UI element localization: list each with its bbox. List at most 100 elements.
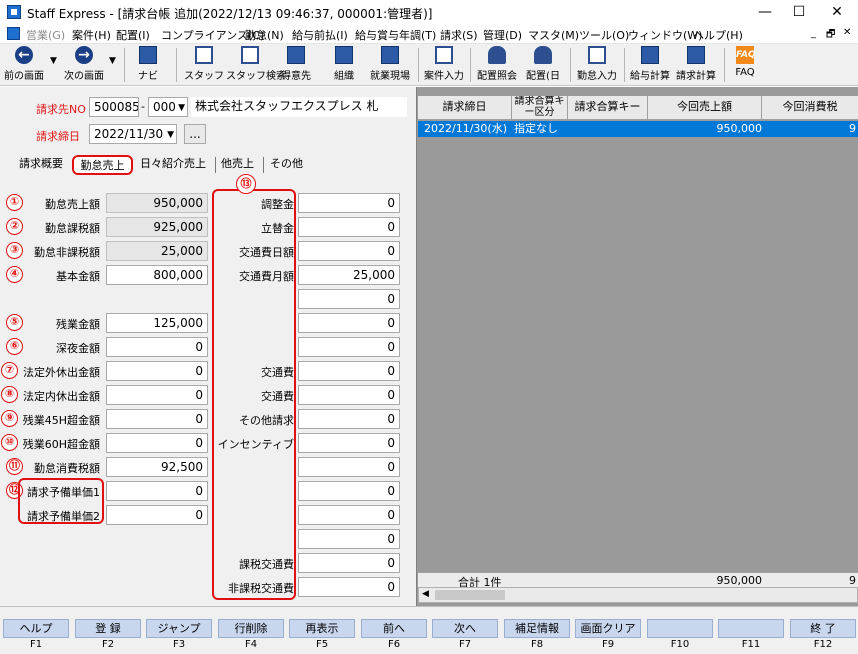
menu-kanri[interactable]: 管理(D) — [483, 27, 522, 43]
mdi-close-button[interactable]: ✕ — [843, 27, 851, 38]
fkey-f6-button[interactable]: 前へ — [361, 619, 427, 638]
mdi-doc-icon — [7, 27, 20, 40]
menu-tool[interactable]: ツール(O) — [579, 27, 629, 43]
fkey-f7-button[interactable]: 次へ — [432, 619, 498, 638]
scroll-left-icon[interactable]: ◀ — [422, 589, 429, 599]
prev-screen-button[interactable]: ← 前の画面 — [2, 46, 46, 84]
adjustment-value-input[interactable]: 0 — [298, 433, 400, 453]
fkey-f11-button[interactable] — [718, 619, 784, 638]
fkey-f12-button[interactable]: 終 了 — [790, 619, 856, 638]
field-value-input[interactable]: 0 — [106, 361, 208, 381]
toolbar-separator — [176, 48, 177, 82]
field-value-input[interactable]: 0 — [106, 385, 208, 405]
tab-overview[interactable]: 請求概要 — [19, 155, 63, 175]
staff-button[interactable]: スタッフ — [182, 46, 226, 84]
client-button[interactable]: 得意先 — [276, 46, 316, 84]
adjustment-value-input[interactable]: 0 — [298, 505, 400, 525]
menu-seikyu[interactable]: 請求(S) — [440, 27, 478, 43]
staff-search-button[interactable]: スタッフ検索 — [226, 46, 286, 84]
menu-eigyo[interactable]: 営業(G) — [26, 27, 65, 43]
field-value-input[interactable]: 0 — [106, 505, 208, 525]
fkey-f10-button[interactable] — [647, 619, 713, 638]
tab-attendance-sales[interactable]: 勤怠売上 — [72, 155, 133, 175]
field-value-input[interactable]: 0 — [106, 337, 208, 357]
adjustment-value-input[interactable]: 0 — [298, 313, 400, 333]
menu-haichi[interactable]: 配置(I) — [116, 27, 150, 43]
fkey-f5-button[interactable]: 再表示 — [289, 619, 355, 638]
field-value-input[interactable]: 0 — [106, 409, 208, 429]
close-date-select[interactable]: 2022/11/30 ▼ — [89, 124, 177, 144]
organization-button[interactable]: 組織 — [326, 46, 362, 84]
horizontal-scrollbar[interactable]: ◀ — [418, 587, 858, 603]
mdi-restore-button[interactable]: 🗗 — [826, 27, 835, 44]
billing-calc-button[interactable]: 請求計算 — [674, 46, 718, 84]
adjustment-value-input[interactable]: 0 — [298, 289, 400, 309]
billing-sub-select[interactable]: 000 ▼ — [148, 97, 188, 117]
next-dropdown-icon[interactable]: ▼ — [109, 56, 116, 66]
field-value-input[interactable]: 125,000 — [106, 313, 208, 333]
fkey-f9-button[interactable]: 画面クリア — [575, 619, 641, 638]
assign-day-button[interactable]: 配置(日 — [522, 46, 564, 84]
adjustment-value-input[interactable]: 0 — [298, 553, 400, 573]
col-header-key-type[interactable]: 請求合算キー区分 — [512, 96, 568, 120]
fkey-f4-button[interactable]: 行削除 — [218, 619, 284, 638]
adjustment-value-input[interactable]: 0 — [298, 529, 400, 549]
toolbar-separator — [624, 48, 625, 82]
menu-salary[interactable]: 給与賞与年調(T) — [355, 27, 436, 43]
menu-window[interactable]: ウィンドウ(W) — [628, 27, 702, 43]
fkey-f2-button[interactable]: 登 録 — [75, 619, 141, 638]
tab-other-sales[interactable]: 他売上 — [221, 155, 254, 175]
adjustment-value-input[interactable]: 0 — [298, 577, 400, 597]
adjustment-value-input[interactable]: 25,000 — [298, 265, 400, 285]
work-site-button[interactable]: 就業現場 — [366, 46, 414, 84]
assign-inquiry-button[interactable]: 配置照会 — [474, 46, 520, 84]
col-header-sales[interactable]: 今回売上額 — [648, 96, 762, 120]
col-header-key[interactable]: 請求合算キー — [568, 96, 648, 120]
adjustment-value-input[interactable]: 0 — [298, 361, 400, 381]
minimize-button[interactable]: — — [746, 0, 784, 24]
fkey-f8-button[interactable]: 補足情報 — [504, 619, 570, 638]
fkey-f3-button[interactable]: ジャンプ — [146, 619, 212, 638]
col-header-tax[interactable]: 今回消費税 — [762, 96, 858, 120]
close-date-browse-button[interactable]: ... — [184, 124, 206, 144]
fkey-f1-button[interactable]: ヘルプ — [3, 619, 69, 638]
col-header-close-date[interactable]: 請求締日 — [418, 96, 512, 120]
adjustment-value-input[interactable]: 0 — [298, 385, 400, 405]
field-value-input[interactable]: 800,000 — [106, 265, 208, 285]
billing-no-input[interactable]: 500085 — [89, 97, 139, 117]
field-value-input[interactable]: 0 — [106, 433, 208, 453]
tab-separator — [215, 157, 216, 173]
navi-button[interactable]: ナビ — [130, 46, 166, 84]
mdi-minimize-button[interactable]: _ — [811, 28, 816, 39]
menu-help[interactable]: ヘルプ(H) — [693, 27, 743, 43]
fkey-label: F9 — [601, 639, 615, 650]
adjustment-value-input[interactable]: 0 — [298, 481, 400, 501]
attendance-input-button[interactable]: 勤怠入力 — [574, 46, 620, 84]
adjustment-value-input[interactable]: 0 — [298, 217, 400, 237]
field-value-input[interactable]: 92,500 — [106, 457, 208, 477]
row-sales: 950,000 — [716, 122, 763, 135]
adjustment-label: インセンティブ — [217, 438, 294, 451]
menu-anken[interactable]: 案件(H) — [72, 27, 111, 43]
menu-kintai[interactable]: 勤怠(N) — [245, 27, 284, 43]
prev-dropdown-icon[interactable]: ▼ — [50, 56, 57, 66]
field-value-input[interactable]: 0 — [106, 481, 208, 501]
maximize-button[interactable]: ☐ — [780, 0, 818, 24]
case-input-button[interactable]: 案件入力 — [422, 46, 466, 84]
faq-button[interactable]: FAQ FAQ — [728, 46, 762, 84]
table-row[interactable]: 2022/11/30(水) 指定なし 950,000 9 — [418, 121, 858, 137]
adjustment-value-input[interactable]: 0 — [298, 409, 400, 429]
next-screen-button[interactable]: → 次の画面 — [60, 46, 108, 84]
adjustment-value-input[interactable]: 0 — [298, 337, 400, 357]
tab-daily-referral-sales[interactable]: 日々紹介売上 — [140, 155, 206, 175]
adjustment-value-input[interactable]: 0 — [298, 193, 400, 213]
close-button[interactable]: ✕ — [818, 0, 856, 24]
menu-master[interactable]: マスタ(M) — [528, 27, 579, 43]
scroll-thumb[interactable] — [435, 590, 505, 600]
field-value-input: 925,000 — [106, 217, 208, 237]
tab-other[interactable]: その他 — [270, 155, 303, 175]
adjustment-value-input[interactable]: 0 — [298, 241, 400, 261]
adjustment-value-input[interactable]: 0 — [298, 457, 400, 477]
salary-calc-button[interactable]: 給与計算 — [628, 46, 672, 84]
menu-advance-pay[interactable]: 給与前払(I) — [292, 27, 348, 43]
